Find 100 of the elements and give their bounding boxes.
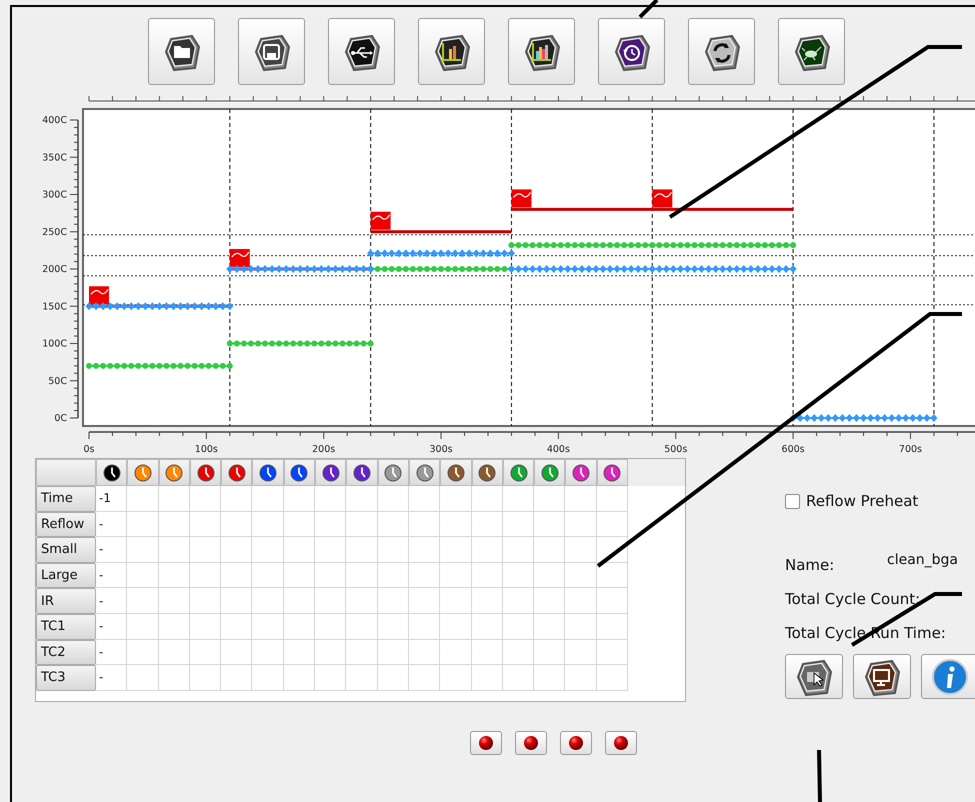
table-cell	[378, 537, 409, 563]
toolbar-button[interactable]	[238, 18, 305, 85]
tool-button[interactable]	[785, 654, 843, 699]
column-header[interactable]	[158, 459, 190, 486]
table-cell	[440, 486, 472, 512]
table-cell	[284, 665, 316, 691]
table-cell	[284, 537, 316, 563]
column-header[interactable]	[346, 459, 378, 486]
table-cell	[346, 614, 378, 640]
table-cell: -	[96, 640, 128, 666]
table-cell	[440, 640, 472, 666]
table-cell	[315, 562, 346, 588]
table-cell	[440, 614, 472, 640]
flag-icon	[652, 189, 672, 208]
column-header[interactable]	[502, 459, 534, 486]
indicator-button[interactable]	[560, 731, 592, 755]
table-cell	[346, 537, 378, 563]
table-cell	[315, 640, 346, 666]
table-cell	[315, 614, 346, 640]
tick-label: 600s	[782, 444, 805, 455]
column-header[interactable]	[440, 459, 472, 486]
table-cell	[502, 665, 534, 691]
table-cell	[378, 614, 409, 640]
table-cell	[408, 537, 440, 563]
table-cell	[502, 614, 534, 640]
tick-label: 100s	[194, 444, 218, 455]
table-cell	[158, 486, 190, 512]
table-cell	[565, 614, 597, 640]
table-cell: -	[96, 562, 128, 588]
table-cell: -	[96, 537, 128, 563]
toolbar-button[interactable]	[778, 18, 845, 85]
table-cell	[252, 665, 284, 691]
column-header[interactable]	[96, 459, 128, 486]
column-header[interactable]	[565, 459, 597, 486]
toolbar-button[interactable]	[418, 18, 485, 85]
table-cell	[596, 665, 628, 691]
table-cell	[158, 665, 190, 691]
table-cell: -1	[96, 486, 128, 512]
tick-label: 0C	[54, 413, 67, 424]
table-cell	[252, 512, 284, 538]
led-icon	[613, 735, 629, 751]
column-header[interactable]	[378, 459, 409, 486]
toolbar-button[interactable]	[598, 18, 665, 85]
table-cell	[284, 588, 316, 614]
indicator-button[interactable]	[515, 731, 547, 755]
toolbar-button[interactable]	[328, 18, 395, 85]
table-cell	[596, 537, 628, 563]
table-cell	[502, 562, 534, 588]
table-cell	[346, 512, 378, 538]
table-cell	[284, 614, 316, 640]
table-cell	[158, 614, 190, 640]
table-cell	[472, 640, 503, 666]
column-header[interactable]	[127, 459, 159, 486]
table-cell	[346, 486, 378, 512]
leader-line	[817, 750, 822, 802]
column-header[interactable]	[534, 459, 566, 486]
indicator-button[interactable]	[605, 731, 637, 755]
table-cell	[440, 665, 472, 691]
table-cell	[315, 537, 346, 563]
tick-label: 0s	[84, 444, 94, 455]
tick-label: 250C	[42, 226, 67, 238]
table-cell	[596, 512, 628, 538]
table-cell	[472, 588, 503, 614]
table-cell	[472, 486, 503, 512]
table-cell	[565, 537, 597, 563]
table-cell	[408, 512, 440, 538]
indicator-button[interactable]	[470, 731, 502, 755]
tick-label: 200s	[312, 444, 336, 455]
table-cell	[378, 665, 409, 691]
table-cell	[221, 588, 252, 614]
table-cell	[190, 537, 222, 563]
table-cell	[127, 537, 159, 563]
led-icon	[568, 735, 584, 751]
toolbar-button[interactable]	[688, 18, 755, 85]
table-cell	[502, 537, 534, 563]
column-header[interactable]	[472, 459, 503, 486]
column-header[interactable]	[596, 459, 628, 486]
column-header[interactable]	[284, 459, 316, 486]
toolbar-button[interactable]	[508, 18, 575, 85]
column-header[interactable]	[190, 459, 222, 486]
table-cell	[534, 588, 566, 614]
table-cell	[408, 588, 440, 614]
table-cell: -	[96, 665, 128, 691]
column-header[interactable]	[408, 459, 440, 486]
table-cell	[315, 486, 346, 512]
table-cell	[565, 640, 597, 666]
row-header: Small	[36, 537, 96, 563]
table-cell	[127, 640, 159, 666]
column-header[interactable]	[252, 459, 284, 486]
table-cell	[534, 537, 566, 563]
toolbar-button[interactable]	[148, 18, 215, 85]
checkbox[interactable]	[785, 494, 800, 508]
tick-label: 500s	[664, 444, 688, 455]
tick-label: 700s	[898, 444, 922, 455]
column-header[interactable]	[221, 459, 252, 486]
table-cell	[534, 665, 566, 691]
tool-button[interactable]	[853, 654, 911, 699]
table-cell	[190, 614, 222, 640]
table-cell	[221, 512, 252, 538]
column-header[interactable]	[315, 459, 346, 486]
